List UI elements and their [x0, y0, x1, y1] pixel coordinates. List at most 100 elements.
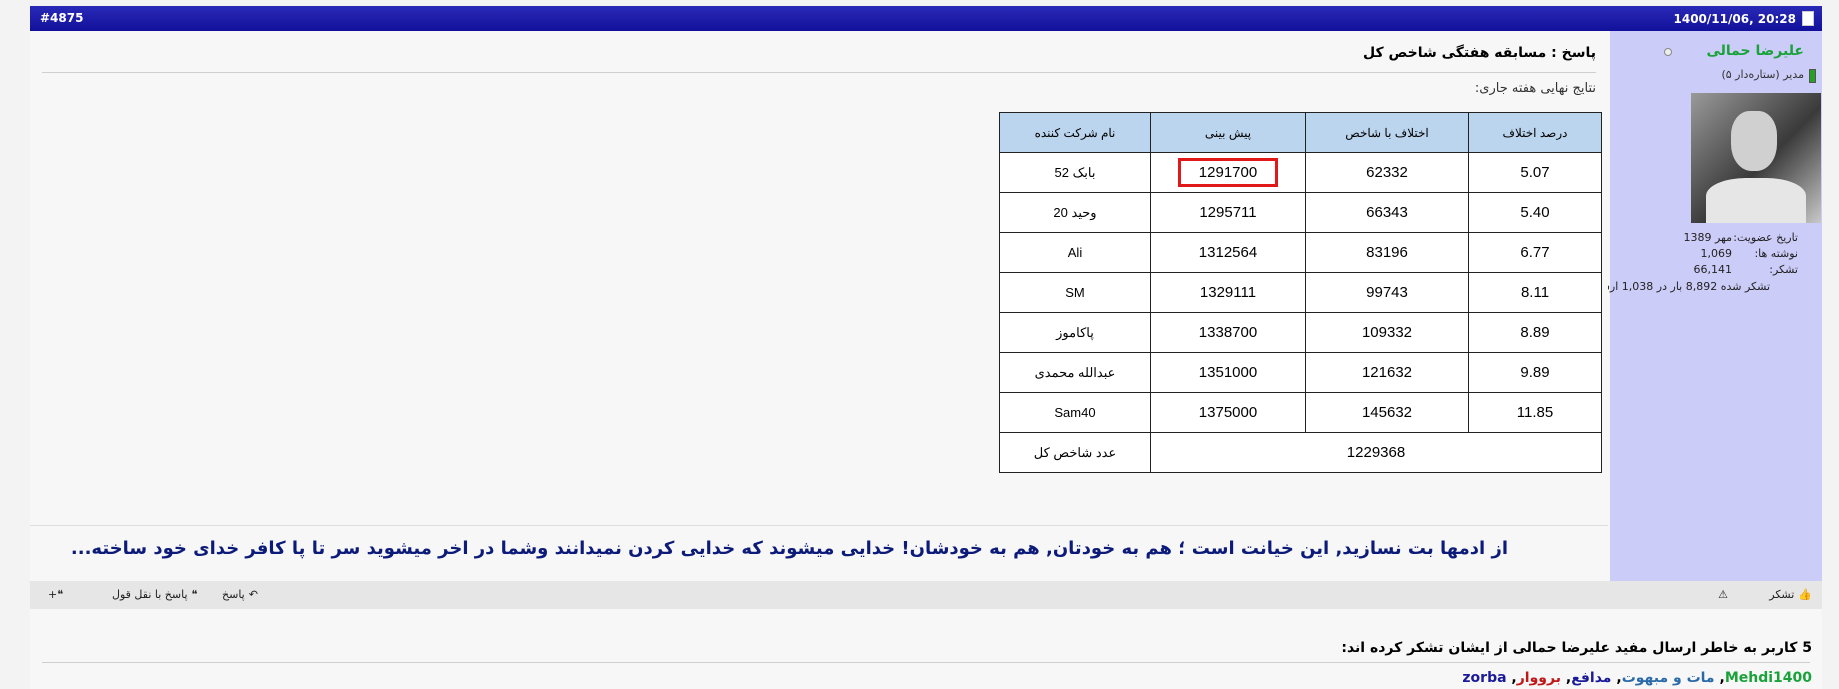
- user-rank-title: مدیر (ستاره‌دار ۵): [1721, 68, 1804, 81]
- table-row: 6.77 83196 1312564 Ali: [999, 232, 1602, 273]
- table-row: 11.85 145632 1375000 Sam40: [999, 392, 1602, 433]
- column-header-percent: درصد اختلاف: [1468, 112, 1602, 153]
- post-content: پاسخ : مسابقه هفتگی شاخص کل نتایج نهایی …: [30, 31, 1608, 587]
- reply-button-label: پاسخ: [222, 588, 245, 601]
- index-label-cell: عدد شاخص کل: [999, 432, 1151, 473]
- thanking-user-link[interactable]: zorba: [1462, 670, 1506, 686]
- difference-cell: 121632: [1305, 352, 1469, 393]
- thanking-user-link[interactable]: مات و مبهوت: [1622, 670, 1715, 686]
- list-separator: ,: [1506, 670, 1517, 686]
- title-divider: [42, 72, 1596, 73]
- post-datetime: 1400/11/06, 20:28: [1673, 12, 1797, 26]
- thanks-button[interactable]: 👍تشکر: [1769, 588, 1812, 601]
- stat-value: 1,069: [1700, 247, 1733, 260]
- thanking-user-link[interactable]: برووار: [1517, 670, 1561, 686]
- column-header-difference: اختلاف با شاخص: [1305, 112, 1469, 153]
- percent-cell: 8.89: [1468, 312, 1602, 353]
- percent-cell: 5.40: [1468, 192, 1602, 233]
- prediction-cell: 1351000: [1150, 352, 1306, 393]
- stat-value: مهر 1389: [1683, 231, 1732, 244]
- post-number-link[interactable]: #4875: [40, 11, 83, 25]
- percent-cell: 5.07: [1468, 152, 1602, 193]
- reputation-bar-icon: [1809, 69, 1816, 83]
- difference-cell: 62332: [1305, 152, 1469, 193]
- reply-button[interactable]: ↶پاسخ: [222, 588, 258, 601]
- thanking-user-link[interactable]: Mehdi1400: [1725, 670, 1812, 686]
- thanks-divider: [42, 662, 1810, 663]
- quote-reply-label: پاسخ با نقل قول: [112, 588, 188, 601]
- thanks-button-label: تشکر: [1769, 588, 1795, 601]
- offline-status-icon: [1664, 48, 1672, 56]
- post-action-bar: 👍تشکر ⚠ ❝پاسخ با نقل قول ↶پاسخ ❝+: [30, 581, 1822, 609]
- thanks-box: 5 کاربر به خاطر ارسال مفید علیرضا حمالی …: [30, 618, 1822, 689]
- thanking-user-link[interactable]: مدافع: [1571, 670, 1611, 686]
- prediction-cell: 1338700: [1150, 312, 1306, 353]
- thumbs-up-icon: 👍: [1798, 588, 1812, 601]
- prediction-cell: 1329111: [1150, 272, 1306, 313]
- prediction-cell: 1291700: [1150, 152, 1306, 193]
- participant-cell: Sam40: [999, 392, 1151, 433]
- stat-label: نوشته ها:: [1754, 247, 1798, 260]
- index-value-cell: 1229368: [1150, 432, 1602, 473]
- column-header-participant: نام شرکت کننده: [999, 112, 1151, 153]
- list-separator: ,: [1560, 670, 1572, 686]
- post-header-bar: #4875 1400/11/06, 20:28: [30, 6, 1822, 31]
- column-header-prediction: پیش بینی: [1150, 112, 1306, 153]
- avatar-shirt-shape: [1706, 178, 1806, 223]
- participant-cell: SM: [999, 272, 1151, 313]
- quote-reply-button[interactable]: ❝پاسخ با نقل قول: [112, 588, 197, 601]
- user-signature: از ادمها بت نسازید, این خیانت است ؛ هم ب…: [70, 538, 1508, 559]
- table-row: 5.07 62332 1291700 بابک 52: [999, 152, 1602, 193]
- difference-cell: 109332: [1305, 312, 1469, 353]
- table-row: 9.89 121632 1351000 عبدالله محمدی: [999, 352, 1602, 393]
- difference-cell: 99743: [1305, 272, 1469, 313]
- stat-label: تشکر:: [1769, 263, 1798, 276]
- participant-cell: پاکاموز: [999, 312, 1151, 353]
- multi-quote-plus-icon: ❝+: [48, 588, 64, 601]
- results-table: درصد اختلاف اختلاف با شاخص پیش بینی نام …: [999, 112, 1602, 473]
- percent-cell: 6.77: [1468, 232, 1602, 273]
- table-row: 8.89 109332 1338700 پاکاموز: [999, 312, 1602, 353]
- stat-label: تاریخ عضویت:: [1733, 231, 1798, 244]
- list-separator: ,: [1714, 670, 1725, 686]
- percent-cell: 11.85: [1468, 392, 1602, 433]
- stat-value: 66,141: [1693, 263, 1733, 276]
- prediction-cell: 1312564: [1150, 232, 1306, 273]
- highlighted-prediction: 1291700: [1177, 158, 1279, 187]
- join-date-row: تاریخ عضویت:مهر 1389: [1683, 231, 1798, 244]
- percent-cell: 8.11: [1468, 272, 1602, 313]
- participant-cell: وحید 20: [999, 192, 1151, 233]
- forum-post: #4875 1400/11/06, 20:28 علیرضا حمالی مدی…: [30, 6, 1822, 689]
- participant-cell: عبدالله محمدی: [999, 352, 1151, 393]
- percent-cell: 9.89: [1468, 352, 1602, 393]
- table-row: 8.11 99743 1329111 SM: [999, 272, 1602, 313]
- difference-cell: 83196: [1305, 232, 1469, 273]
- table-footer-row: 1229368 عدد شاخص کل: [999, 432, 1602, 473]
- participant-cell: بابک 52: [999, 152, 1151, 193]
- username-link[interactable]: علیرضا حمالی: [1706, 43, 1804, 59]
- table-header-row: درصد اختلاف اختلاف با شاخص پیش بینی نام …: [999, 112, 1602, 153]
- list-separator: ,: [1611, 670, 1622, 686]
- thanking-users-list: Mehdi1400, مات و مبهوت, مدافع, برووار, z…: [1462, 670, 1812, 686]
- participant-cell: Ali: [999, 232, 1151, 273]
- post-title: پاسخ : مسابقه هفتگی شاخص کل: [1363, 45, 1596, 61]
- quote-icon: ❝: [191, 588, 198, 601]
- report-button[interactable]: ⚠: [1714, 588, 1728, 601]
- thanked-count-line: تشکر شده 8,892 بار در 1,038 ارسال: [1589, 280, 1770, 293]
- multi-quote-button[interactable]: ❝+: [44, 588, 63, 601]
- posts-count-row: نوشته ها: 1,069: [1701, 247, 1799, 260]
- reply-arrow-icon: ↶: [248, 588, 258, 601]
- signature-divider: [30, 525, 1608, 526]
- difference-cell: 145632: [1305, 392, 1469, 433]
- prediction-cell: 1375000: [1150, 392, 1306, 433]
- avatar-face-shape: [1731, 111, 1777, 171]
- warning-icon: ⚠: [1718, 588, 1728, 601]
- thanks-count-row: تشکر: 66,141: [1694, 263, 1799, 276]
- avatar[interactable]: [1691, 93, 1821, 223]
- post-intro-text: نتایج نهایی هفته جاری:: [1474, 81, 1596, 96]
- document-icon: [1802, 11, 1814, 26]
- thanks-box-title: 5 کاربر به خاطر ارسال مفید علیرضا حمالی …: [1341, 640, 1812, 656]
- user-info-panel: علیرضا حمالی مدیر (ستاره‌دار ۵) تاریخ عض…: [1589, 31, 1822, 587]
- page: #4875 1400/11/06, 20:28 علیرضا حمالی مدی…: [0, 0, 1839, 689]
- prediction-cell: 1295711: [1150, 192, 1306, 233]
